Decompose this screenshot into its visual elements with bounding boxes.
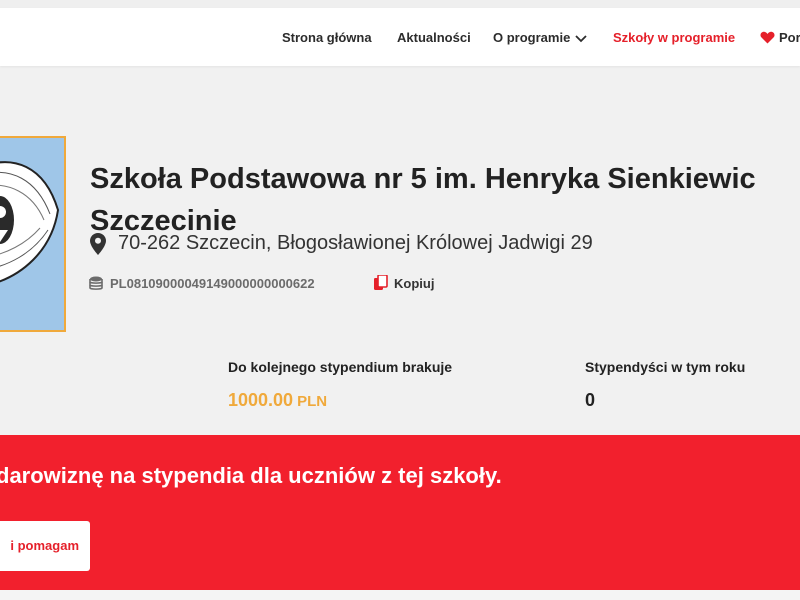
school-name: Szkoła Podstawowa nr 5 im. Henryka Sienk…	[90, 158, 800, 242]
school-name-line1: Szkoła Podstawowa nr 5 im. Henryka Sienk…	[90, 163, 756, 196]
chevron-down-icon	[575, 31, 587, 46]
top-strip	[0, 0, 800, 8]
heart-icon	[760, 31, 775, 49]
banner-text: darowiznę na stypendia dla uczniów z tej…	[0, 463, 502, 488]
missing-amount-currency: PLN	[297, 393, 328, 410]
missing-amount: 1000.00 PLN	[228, 390, 327, 411]
school-address: 70-262 Szczecin, Błogosławionej Królowej…	[118, 232, 593, 254]
nav-news[interactable]: Aktualności	[397, 30, 471, 45]
nav-about[interactable]: O programie	[493, 30, 587, 46]
missing-amount-value: 1000.00	[228, 390, 294, 410]
bank-account-number: PL08109000049149000000000622	[110, 276, 315, 291]
school-logo	[0, 136, 66, 332]
help-button-label: i pomagam	[10, 538, 79, 553]
navbar: Strona główna Aktualności O programie Sz…	[0, 8, 800, 66]
coins-icon	[88, 275, 104, 298]
nav-about-label: O programie	[493, 30, 571, 45]
missing-amount-label: Do kolejnego stypendium brakuje	[228, 359, 453, 375]
donation-banner: darowiznę na stypendia dla uczniów z tej…	[0, 435, 800, 590]
nav-support[interactable]: Por	[779, 30, 800, 45]
scholars-label: Stypendyści w tym roku	[585, 359, 746, 375]
help-button[interactable]: i pomagam	[0, 521, 90, 571]
bottom-strip	[0, 590, 800, 600]
copy-label: Kopiuj	[394, 276, 435, 291]
copy-icon	[374, 274, 388, 297]
map-pin-icon	[90, 233, 106, 260]
nav-home[interactable]: Strona główna	[282, 30, 372, 45]
scholars-count: 0	[585, 390, 596, 410]
nav-schools[interactable]: Szkoły w programie	[613, 30, 735, 45]
